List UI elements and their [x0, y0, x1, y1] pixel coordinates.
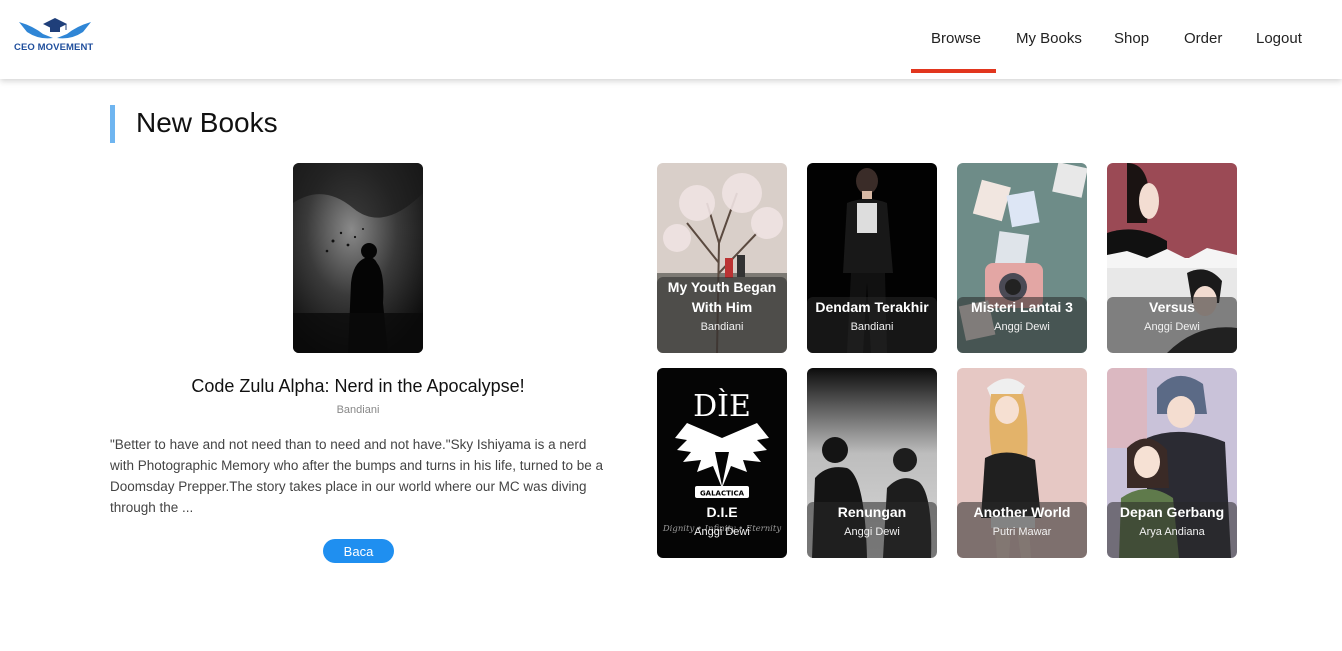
read-button[interactable]: Baca [323, 539, 394, 563]
active-tab-indicator [911, 69, 996, 73]
book-title: My Youth Began With Him [667, 279, 777, 315]
featured-book-description: "Better to have and not need than to nee… [110, 437, 604, 515]
nav-logout[interactable]: Logout [1256, 30, 1302, 47]
book-card[interactable]: Depan Gerbang Arya Andiana [1107, 368, 1237, 558]
book-title: D.I.E [706, 504, 738, 520]
book-author: Arya Andiana [1139, 526, 1205, 538]
book-title: Renungan [837, 504, 907, 520]
featured-cover-image [293, 163, 423, 353]
featured-book-cover[interactable] [293, 163, 423, 353]
top-navbar: CEO MOVEMENT Browse My Books Shop Order … [0, 0, 1342, 79]
book-info-overlay: Dendam Terakhir Bandiani [807, 297, 937, 353]
book-title: Depan Gerbang [1119, 504, 1225, 520]
book-card[interactable]: Misteri Lantai 3 Anggi Dewi [957, 163, 1087, 353]
cover-badge-text: GALACTICA [700, 490, 745, 498]
book-author: Anggi Dewi [1144, 321, 1200, 333]
book-info-overlay: Versus Anggi Dewi [1107, 297, 1237, 353]
section-title: New Books [136, 107, 278, 138]
nav-my-books[interactable]: My Books [1016, 30, 1082, 47]
featured-book-author: Bandiani [336, 404, 380, 416]
brand-logo[interactable]: CEO MOVEMENT [14, 16, 98, 56]
book-title: Misteri Lantai 3 [971, 299, 1073, 315]
book-title: Another World [973, 504, 1071, 520]
book-card[interactable]: My Youth Began With Him Bandiani [657, 163, 787, 353]
book-title: Dendam Terakhir [815, 299, 929, 315]
featured-book-title[interactable]: Code Zulu Alpha: Nerd in the Apocalypse! [110, 376, 606, 397]
nav-browse[interactable]: Browse [931, 30, 981, 47]
book-info-overlay: Another World Putri Mawar [957, 502, 1087, 558]
book-info-overlay: Misteri Lantai 3 Anggi Dewi [957, 297, 1087, 353]
brand-name: CEO MOVEMENT [14, 42, 94, 53]
nav-order[interactable]: Order [1184, 30, 1222, 47]
book-info-overlay: Renungan Anggi Dewi [807, 502, 937, 558]
cover-title-text: DÌE [693, 388, 751, 424]
book-info-overlay: D.I.E Anggi Dewi [657, 502, 787, 558]
book-info-overlay: Depan Gerbang Arya Andiana [1107, 502, 1237, 558]
nav-shop[interactable]: Shop [1114, 30, 1149, 47]
section-accent-bar [110, 105, 115, 143]
book-author: Bandiani [700, 321, 744, 333]
book-card[interactable]: Renungan Anggi Dewi [807, 368, 937, 558]
book-author: Bandiani [850, 321, 894, 333]
book-card[interactable]: Dendam Terakhir Bandiani [807, 163, 937, 353]
book-card[interactable]: Versus Anggi Dewi [1107, 163, 1237, 353]
book-card[interactable]: Another World Putri Mawar [957, 368, 1087, 558]
book-author: Anggi Dewi [844, 526, 900, 538]
book-author: Anggi Dewi [994, 321, 1050, 333]
book-author: Anggi Dewi [694, 526, 750, 538]
book-author: Putri Mawar [992, 526, 1052, 538]
book-card[interactable]: DÌE GALACTICA Dignity • Infinity • Etern… [657, 368, 787, 558]
graduation-cap-logo-icon [19, 18, 91, 39]
book-info-overlay: My Youth Began With Him Bandiani [657, 277, 787, 353]
book-title: Versus [1149, 299, 1195, 315]
